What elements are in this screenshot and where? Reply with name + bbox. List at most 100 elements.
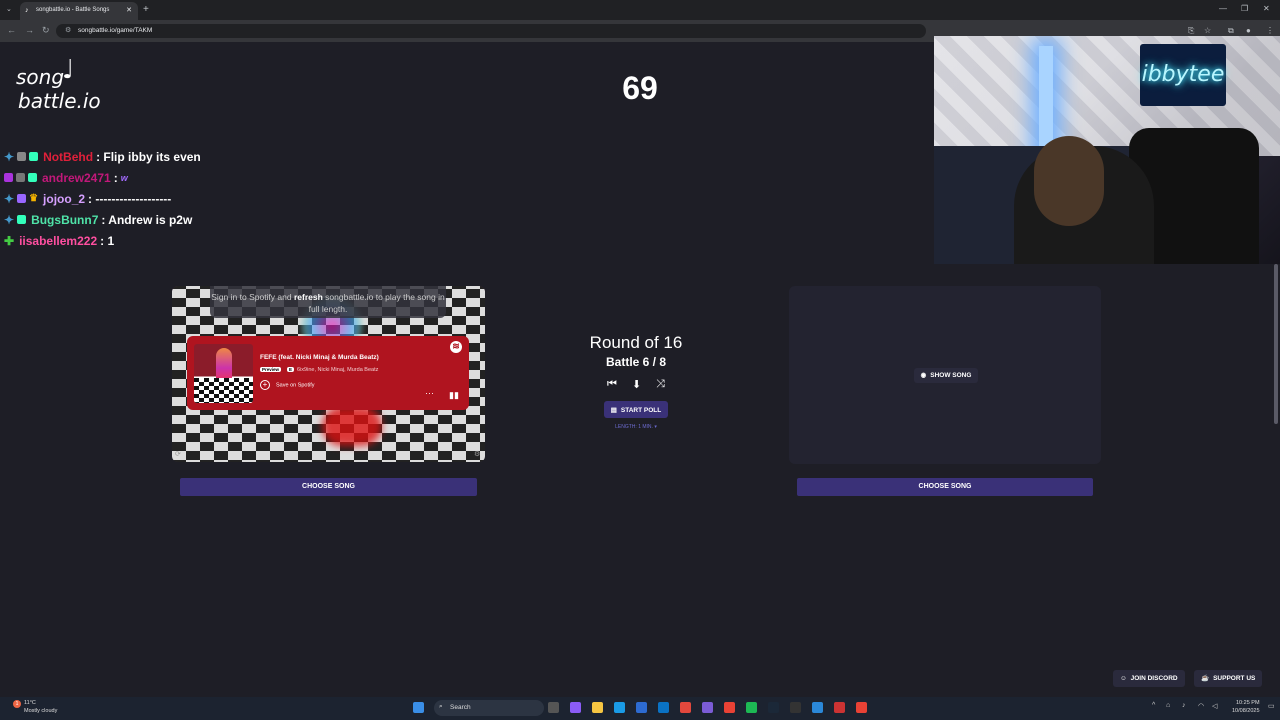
show-song-label: SHOW SONG: [930, 372, 972, 379]
chat-username: iisabellem222: [19, 233, 98, 248]
taskbar-clock[interactable]: 10:25 PM 10/08/2025: [1232, 699, 1260, 715]
previous-icon[interactable]: ⏮: [607, 378, 617, 391]
steam-icon[interactable]: [768, 702, 779, 713]
bookmark-star-icon[interactable]: ☆: [1204, 26, 1211, 35]
join-discord-button[interactable]: ☺ JOIN DISCORD: [1113, 670, 1185, 687]
show-song-button[interactable]: ◉ SHOW SONG: [914, 368, 978, 383]
play-pause-icon[interactable]: ▮▮: [449, 390, 459, 401]
forward-icon[interactable]: →: [25, 25, 34, 35]
shuffle-icon[interactable]: ⤨: [656, 378, 665, 391]
weather-widget[interactable]: 11°C Mostly cloudy: [24, 699, 57, 715]
notification-icon[interactable]: ▭: [1268, 702, 1275, 710]
save-label: Save on Spotify: [276, 382, 315, 389]
chat-username: BugsBunn7: [31, 212, 99, 227]
tab-close-icon[interactable]: ✕: [126, 6, 132, 14]
profile-avatar-icon[interactable]: ●: [1246, 26, 1251, 35]
tab-strip: [0, 0, 1280, 20]
spotify-signin-notice: Sign in to Spotify and refresh songbattl…: [210, 286, 446, 318]
close-window-icon[interactable]: ✕: [1263, 4, 1270, 13]
search-label: Search: [450, 704, 471, 711]
battle-label: Battle 6 / 8: [605, 355, 667, 369]
edge-icon[interactable]: [614, 702, 625, 713]
chat-text: : 1: [100, 233, 115, 248]
video-settings-icon[interactable]: ⟳: [175, 450, 181, 458]
tray-chevron-icon[interactable]: ^: [1152, 702, 1155, 709]
task-view-icon[interactable]: [548, 702, 559, 713]
app-icon[interactable]: [702, 702, 713, 713]
song-artists-row: Preview E 6ix9ine, Nicki Minaj, Murda Beat…: [260, 367, 378, 373]
mic-icon[interactable]: ♪: [1182, 702, 1186, 709]
sub-badge-icon: [29, 152, 39, 161]
start-poll-button[interactable]: ▤ START POLL: [603, 401, 669, 418]
preview-badge: Preview: [260, 367, 282, 372]
address-bar[interactable]: ⚙ songbattle.io/game/TAKM: [56, 24, 926, 38]
viewer-counter: 69: [622, 70, 658, 106]
network-icon[interactable]: ⌂: [1166, 702, 1170, 709]
minimize-icon[interactable]: —: [1219, 4, 1227, 13]
battle-controls: ⏮ ⬇ ⤨: [555, 378, 717, 391]
chat-text: :: [113, 170, 118, 185]
song-artists[interactable]: 6ix9ine, Nicki Minaj, Murda Beatz: [297, 367, 378, 373]
new-tab-button[interactable]: +: [143, 4, 149, 15]
chat-text: : Flip ibby its even: [96, 149, 201, 164]
coffee-icon: ☕: [1201, 675, 1210, 682]
back-icon[interactable]: ←: [7, 25, 16, 35]
wifi-icon[interactable]: ◠: [1198, 702, 1204, 710]
chrome-icon[interactable]: [724, 702, 735, 713]
choose-song-left-button[interactable]: CHOOSE SONG: [180, 478, 477, 496]
chat-message: ✦ NotBehd : Flip ibby its even: [4, 146, 201, 167]
length-label: LENGTH: 1 MIN.: [615, 424, 653, 430]
brave-icon[interactable]: [680, 702, 691, 713]
taskbar-search[interactable]: ⌕ Search: [434, 700, 544, 716]
file-explorer-icon[interactable]: [592, 702, 603, 713]
weather-icon[interactable]: 1: [13, 700, 21, 708]
reload-icon[interactable]: ↻: [42, 25, 50, 36]
app-icon[interactable]: [812, 702, 823, 713]
volume-icon[interactable]: ◁: [1212, 702, 1217, 710]
chat-text: : Andrew is p2w: [101, 212, 193, 227]
songbattle-logo[interactable]: song ♩ battle.io: [14, 55, 114, 113]
browser-menu-icon[interactable]: ⋮: [1266, 26, 1274, 35]
spotify-embed[interactable]: FEFE (feat. Nicki Minaj & Murda Beatz) P…: [187, 336, 469, 410]
site-info-icon[interactable]: ⚙: [65, 26, 71, 34]
scrollbar-thumb[interactable]: [1274, 264, 1278, 424]
app-icon[interactable]: [834, 702, 845, 713]
spotify-taskbar-icon[interactable]: [746, 702, 757, 713]
chat-username: jojoo_2: [43, 191, 86, 206]
choose-song-right-button[interactable]: CHOOSE SONG: [797, 478, 1093, 496]
spotify-logo-icon[interactable]: ≋: [450, 341, 462, 353]
download-icon[interactable]: ⬇: [632, 378, 641, 391]
tab-title: songbattle.io - Battle Songs: [36, 7, 110, 13]
webcam-head: [1034, 136, 1104, 226]
join-discord-label: JOIN DISCORD: [1130, 675, 1178, 682]
store-icon[interactable]: [636, 702, 647, 713]
copilot-icon[interactable]: [570, 702, 581, 713]
clock-time: 10:25 PM: [1235, 700, 1260, 706]
tab-search-icon[interactable]: ⌄: [6, 5, 12, 13]
save-on-spotify-button[interactable]: + Save on Spotify: [260, 380, 315, 390]
right-song-card: ◉ SHOW SONG: [789, 286, 1101, 464]
chat-message: ✚ iisabellem222 : 1: [4, 230, 201, 251]
start-menu-icon[interactable]: [413, 702, 424, 713]
maximize-icon[interactable]: ❐: [1241, 4, 1248, 13]
support-us-label: SUPPORT US: [1213, 675, 1256, 682]
song-title[interactable]: FEFE (feat. Nicki Minaj & Murda Beatz): [260, 354, 379, 361]
eye-icon: ◉: [920, 372, 927, 379]
chat-overlay: ✦ NotBehd : Flip ibby its even andrew247…: [4, 146, 201, 251]
chat-message: andrew2471 : w: [4, 167, 201, 188]
more-options-icon[interactable]: ···: [425, 388, 434, 398]
outlook-icon[interactable]: [658, 702, 669, 713]
length-select[interactable]: LENGTH: 1 MIN. ▾: [555, 424, 717, 430]
support-us-button[interactable]: ☕ SUPPORT US: [1194, 670, 1263, 687]
video-fullscreen-icon[interactable]: ⚙: [474, 450, 480, 458]
chrome-active-icon[interactable]: [856, 702, 867, 713]
chat-message: ✦ BugsBunn7 : Andrew is p2w: [4, 209, 201, 230]
songbattle-favicon-icon: ♪: [25, 7, 29, 14]
gem-badge-icon: [4, 173, 13, 182]
terminal-icon[interactable]: [790, 702, 801, 713]
logo-line-2: battle.io: [18, 89, 101, 113]
browser-tab[interactable]: ♪ songbattle.io - Battle Songs ✕: [20, 2, 138, 20]
signin-text-suffix: songbattle.io to play the song in full l…: [308, 292, 445, 314]
install-app-icon[interactable]: ⎘: [1188, 26, 1194, 36]
extensions-icon[interactable]: ⧉: [1228, 26, 1234, 36]
